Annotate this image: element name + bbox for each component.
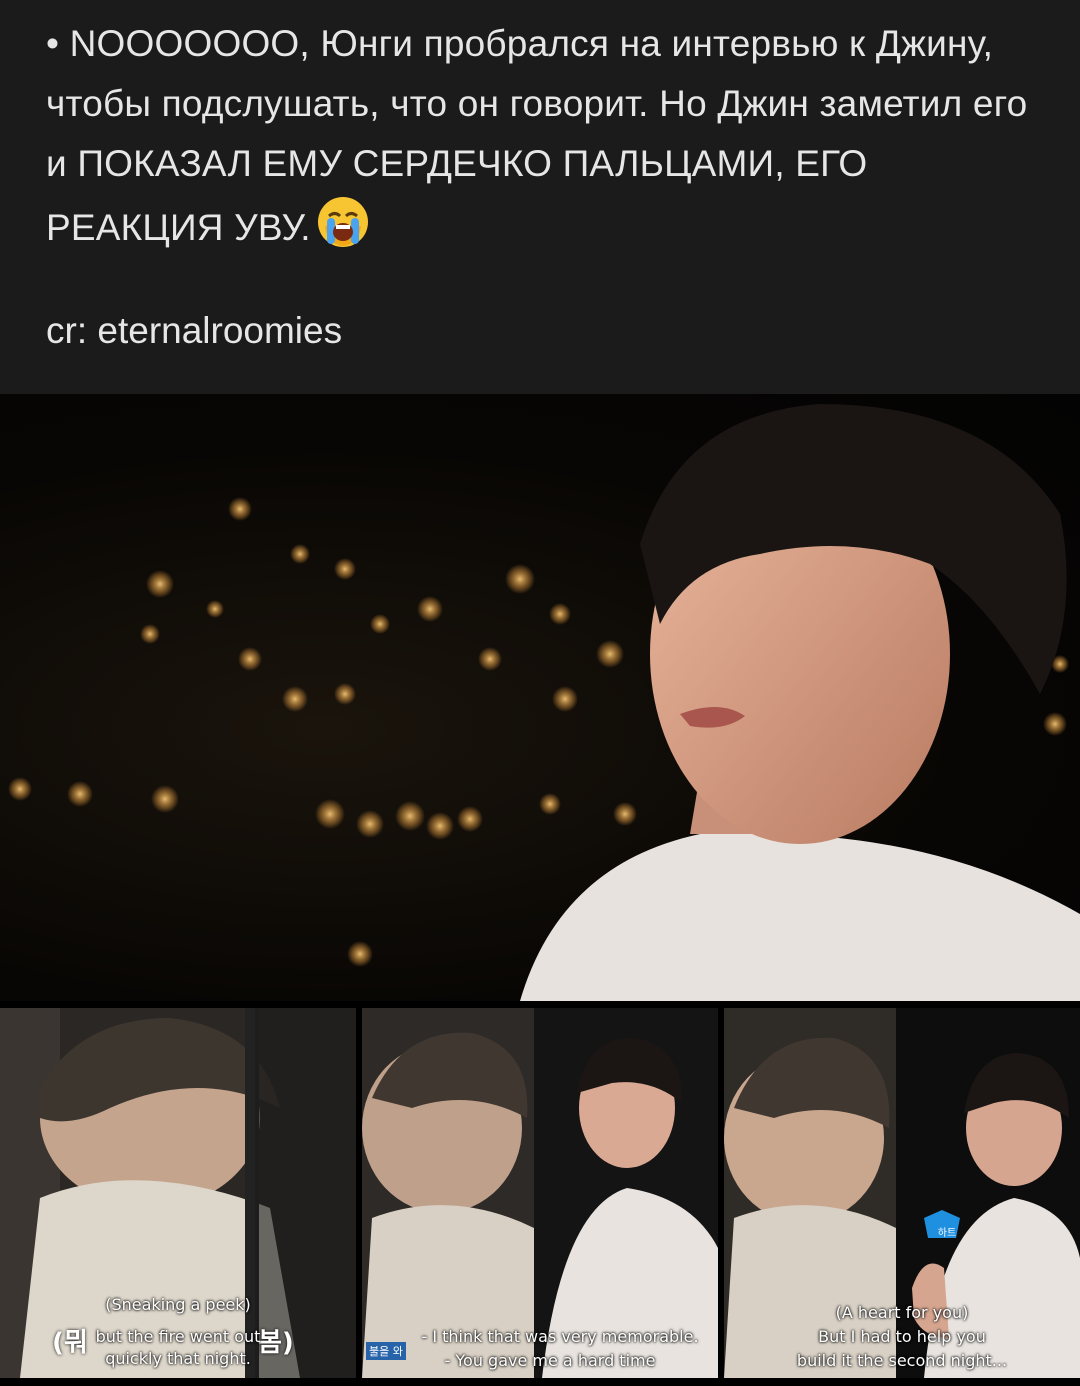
panel-2-photo [362,1008,718,1378]
panel-2-caption-line2: - You gave me a hard time [444,1351,656,1370]
panel-3-caption-top: (A heart for you) [835,1303,969,1322]
post-credit: cr: eternalroomies [46,310,343,351]
panel-3-caption-line2: build it the second night... [796,1351,1008,1370]
panel-3-heart-badge: 하트 [937,1228,957,1239]
panel-2-caption-line1: - I think that was very memorable. [421,1327,699,1346]
post-text: • NOOOOOOO, Юнги пробрался на интервью к… [46,23,1028,248]
person-silhouette [520,404,1080,1001]
panel-1-caption-top: (Sneaking a peek) [105,1295,251,1314]
main-photo-illustration [8,404,1080,1001]
panel-1[interactable]: (Sneaking a peek) (뭐 봄) but the fire wen… [0,1008,356,1378]
loudly-crying-face-icon [317,197,368,247]
post-caption-area: • NOOOOOOO, Юнги пробрался на интервью к… [0,0,1080,394]
panel-2[interactable]: 불을 와 - I think that was very memorable. … [362,1008,718,1378]
panel-3-caption-line1: But I had to help you [818,1327,986,1346]
panel-3[interactable]: 하트 (A heart for you) But I had to help y… [724,1008,1080,1378]
post-body: • NOOOOOOO, Юнги пробрался на интервью к… [46,14,1034,258]
panel-1-caption-line2: quickly that night. [105,1349,251,1368]
panel-1-caption-line1: but the fire went out [95,1327,261,1346]
main-photo[interactable] [0,394,1080,1001]
